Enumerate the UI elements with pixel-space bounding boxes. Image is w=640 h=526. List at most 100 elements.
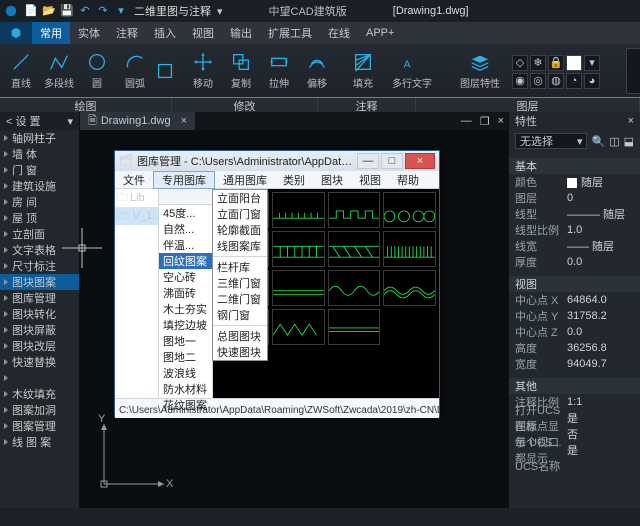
dialog-close-button[interactable]: × (405, 153, 435, 169)
property-row[interactable]: 中心点 Z0.0 (509, 324, 640, 340)
block-thumbnail[interactable] (383, 192, 436, 228)
palette-item[interactable]: 图块屏蔽 (0, 322, 79, 338)
properties-preview[interactable] (626, 48, 640, 94)
copy-button[interactable]: 复制 (224, 47, 258, 95)
layer-state-icon[interactable]: ◇ (512, 55, 528, 71)
palette-item[interactable]: 图块改层 (0, 338, 79, 354)
tab-entity[interactable]: 实体 (70, 22, 108, 44)
pick-object-icon[interactable]: ◫ (609, 135, 619, 148)
layer-tool-2[interactable]: ◎ (530, 73, 546, 89)
layer-tool-3[interactable]: ◍ (548, 73, 564, 89)
dropdown-item[interactable]: 三维门窗 (213, 275, 267, 291)
block-thumbnail[interactable] (272, 192, 325, 228)
dialog-menu-item[interactable]: 通用图库 (215, 171, 275, 189)
restore-doc-icon[interactable]: ❐ (476, 115, 494, 128)
document-tab[interactable]: 🗎 Drawing1.dwg × (80, 112, 195, 130)
block-thumbnail[interactable] (383, 270, 436, 306)
sublist-item[interactable]: 回纹图案 (159, 253, 212, 269)
qat-save-icon[interactable]: 💾 (60, 4, 74, 18)
property-row[interactable]: 高度36256.8 (509, 340, 640, 356)
property-row[interactable]: 宽度94049.7 (509, 356, 640, 372)
property-row[interactable]: 颜色随层 (509, 174, 640, 190)
dialog-maximize-button[interactable]: □ (381, 153, 403, 169)
sublist-item[interactable]: 防水材料 (159, 381, 212, 397)
layer-tool-1[interactable]: ◉ (512, 73, 528, 89)
palette-item[interactable]: 图块图案 (0, 274, 79, 290)
sublist-item[interactable]: 空心砖 (159, 269, 212, 285)
sublist-item[interactable]: 45度... (159, 205, 212, 221)
block-thumbnail[interactable] (328, 270, 381, 306)
layer-more-icon[interactable]: ▾ (584, 55, 600, 71)
block-thumbnail[interactable] (272, 309, 325, 345)
property-row[interactable]: UCS名称 (509, 458, 640, 474)
tab-insert[interactable]: 插入 (146, 22, 184, 44)
qat-new-icon[interactable]: 📄 (24, 4, 38, 18)
panel-close-icon[interactable]: × (628, 115, 634, 127)
layer-color-icon[interactable] (566, 55, 582, 71)
sublist-item[interactable]: 花纹图案 (159, 397, 212, 413)
dialog-minimize-button[interactable]: — (357, 153, 379, 169)
polyline-button[interactable]: 多段线 (42, 47, 76, 95)
group-view[interactable]: 视图 (509, 276, 640, 292)
layer-tool-5[interactable]: ◕ (584, 73, 600, 89)
block-thumbnail[interactable] (272, 270, 325, 306)
workspace-dropdown-icon[interactable]: ▾ (217, 5, 223, 18)
hatch-button[interactable]: 填充 (346, 47, 380, 95)
dropdown-item[interactable]: 快速图块 (213, 344, 267, 360)
property-row[interactable]: 中心点 X64864.0 (509, 292, 640, 308)
dialog-menu-item[interactable]: 视图 (351, 171, 389, 189)
tree-node[interactable]: 🗁V_1... (115, 207, 158, 225)
circle-button[interactable]: 圆 (80, 47, 114, 95)
close-tab-icon[interactable]: × (181, 115, 187, 127)
sublist-item[interactable]: 图地一 (159, 333, 212, 349)
block-thumbnail[interactable] (383, 231, 436, 267)
dialog-titlebar[interactable]: 🗂 图库管理 - C:\Users\Administrator\AppData\… (115, 151, 439, 171)
close-doc-icon[interactable]: × (494, 115, 508, 127)
dropdown-item[interactable]: 线图案库 (213, 238, 267, 254)
stretch-button[interactable]: 拉伸 (262, 47, 296, 95)
palette-item[interactable]: 图案加洞 (0, 402, 79, 418)
property-row[interactable]: 每个视口都显示...是 (509, 442, 640, 458)
palette-item[interactable]: 轴网柱子 (0, 130, 79, 146)
dropdown-item[interactable]: 钢门窗 (213, 307, 267, 323)
property-row[interactable]: 线宽—— 随层 (509, 238, 640, 254)
property-row[interactable]: 线型比例1.0 (509, 222, 640, 238)
qat-dropdown-icon[interactable]: ▾ (114, 4, 128, 18)
palette-item[interactable]: 线 图 案 (0, 434, 79, 450)
line-button[interactable]: 直线 (4, 47, 38, 95)
dropdown-item[interactable]: 栏杆库 (213, 259, 267, 275)
application-button[interactable] (0, 22, 32, 44)
tab-output[interactable]: 输出 (222, 22, 260, 44)
property-row[interactable]: 厚度0.0 (509, 254, 640, 270)
palette-item[interactable]: 快速替换 (0, 354, 79, 370)
qat-undo-icon[interactable]: ↶ (78, 4, 92, 18)
toggle-pick-icon[interactable]: ⬓ (624, 135, 634, 148)
sublist-item[interactable]: 自然... (159, 221, 212, 237)
property-row[interactable]: 中心点 Y31758.2 (509, 308, 640, 324)
block-thumbnail[interactable] (272, 231, 325, 267)
palette-item[interactable]: 建筑设施 (0, 178, 79, 194)
workspace-name[interactable]: 二维里图与注释 (134, 3, 211, 19)
dialog-menu-item[interactable]: 帮助 (389, 171, 427, 189)
palette-item[interactable] (0, 370, 79, 386)
dropdown-item[interactable]: 总图图块 (213, 328, 267, 344)
sublist-item[interactable]: 伴温... (159, 237, 212, 253)
palette-item[interactable]: 屋 顶 (0, 210, 79, 226)
palette-item[interactable]: 墙 体 (0, 146, 79, 162)
tab-online[interactable]: 在线 (320, 22, 358, 44)
block-thumbnail[interactable] (328, 192, 381, 228)
dropdown-item[interactable]: 立面门窗 (213, 206, 267, 222)
draw-more-button[interactable] (156, 47, 174, 95)
group-basic[interactable]: 基本 (509, 158, 640, 174)
tab-annotate[interactable]: 注释 (108, 22, 146, 44)
palette-item[interactable]: 图案管理 (0, 418, 79, 434)
selection-dropdown[interactable]: 无选择▾ (515, 133, 587, 149)
layer-lock-icon[interactable]: 🔒 (548, 55, 564, 71)
tree-node[interactable]: 🗀Lib (115, 189, 158, 207)
arc-button[interactable]: 圆弧 (118, 47, 152, 95)
offset-button[interactable]: 偏移 (300, 47, 334, 95)
sublist-item[interactable]: 填挖边坡 (159, 317, 212, 333)
dropdown-item[interactable]: 轮廓截面 (213, 222, 267, 238)
dropdown-item[interactable]: 二维门窗 (213, 291, 267, 307)
property-row[interactable]: 图层0 (509, 190, 640, 206)
